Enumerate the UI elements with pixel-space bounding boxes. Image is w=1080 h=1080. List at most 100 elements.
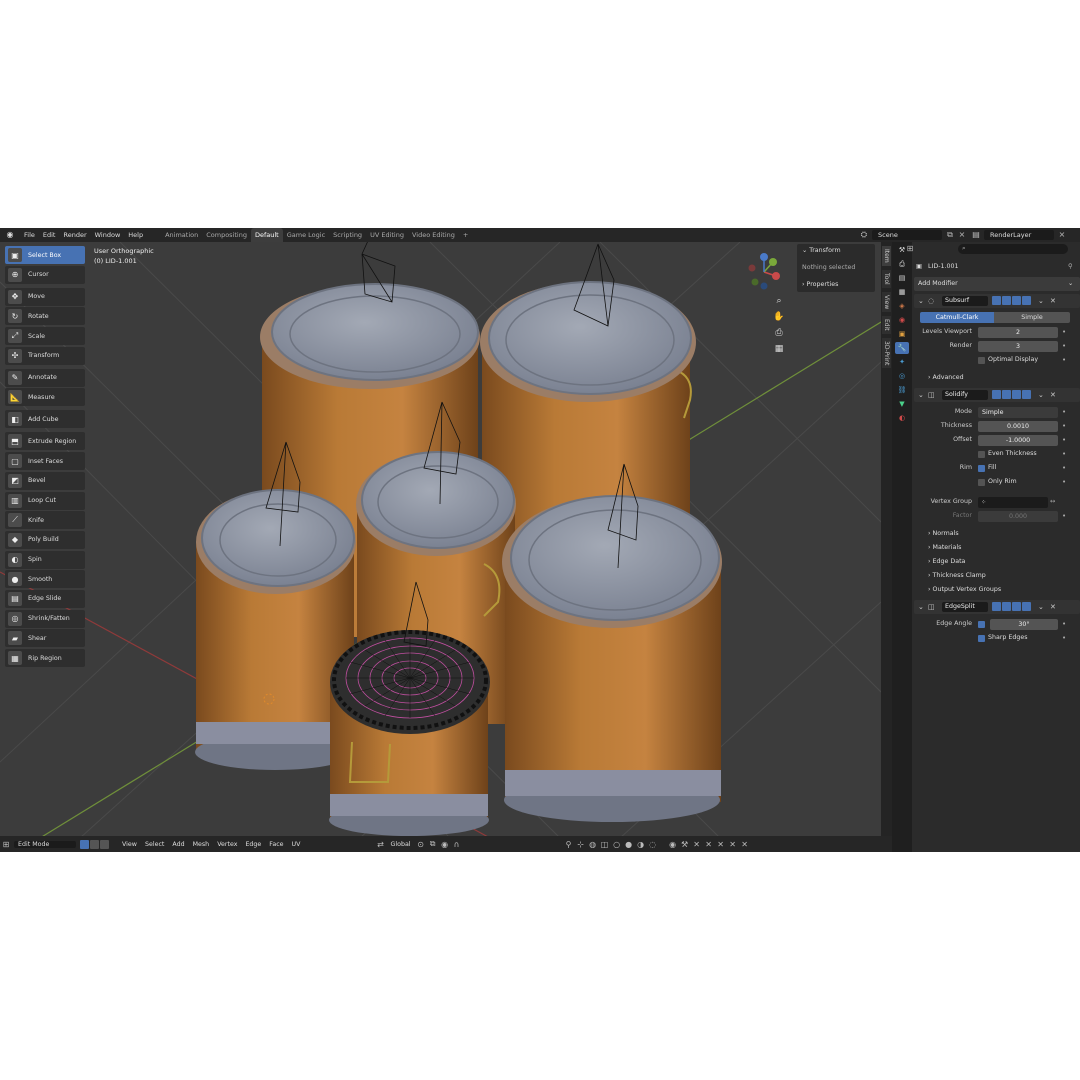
reveal-icon[interactable]: ✕ xyxy=(715,840,727,849)
edge-select-button[interactable] xyxy=(90,839,99,849)
tool-poly-build[interactable]: ◆ Poly Build xyxy=(5,530,85,549)
menu-view[interactable]: View xyxy=(118,841,141,848)
modifier-menu-icon[interactable]: ⌄ xyxy=(1038,388,1044,402)
tool-add-cube[interactable]: ◧ Add Cube xyxy=(5,410,85,429)
render-layer-selector[interactable]: RenderLayer xyxy=(984,230,1054,240)
keyframe-dot-icon[interactable]: • xyxy=(1062,509,1066,523)
tool-spin[interactable]: ◐ Spin xyxy=(5,550,85,569)
hide-unselected-icon[interactable]: ✕ xyxy=(703,840,715,849)
menu-file[interactable]: File xyxy=(20,228,39,242)
editmode-toggle[interactable] xyxy=(1002,602,1011,611)
scene-render[interactable] xyxy=(0,242,881,838)
scene-new-icon[interactable]: ⧉ xyxy=(944,230,956,240)
cage-toggle[interactable] xyxy=(992,390,1001,399)
cage-toggle[interactable] xyxy=(992,296,1001,305)
mark-sharp-icon[interactable]: ✕ xyxy=(739,840,751,849)
falloff-icon[interactable]: ∩ xyxy=(451,840,463,849)
pivot-icon[interactable]: ⊙ xyxy=(415,840,427,849)
tab-scripting[interactable]: Scripting xyxy=(329,228,366,242)
menu-edit[interactable]: Edit xyxy=(39,228,60,242)
tab-game-logic[interactable]: Game Logic xyxy=(283,228,329,242)
hide-icon[interactable]: ✕ xyxy=(691,840,703,849)
menu-edge[interactable]: Edge xyxy=(241,841,265,848)
keyframe-dot-icon[interactable]: • xyxy=(1062,339,1066,353)
viewport-toggle[interactable] xyxy=(1012,602,1021,611)
solid-shading-icon[interactable]: ● xyxy=(623,840,635,849)
tool-extrude-region[interactable]: ⬒ Extrude Region xyxy=(5,432,85,451)
visibility-eye-icon[interactable]: ◉ xyxy=(667,840,679,849)
mode-selector[interactable]: Edit Mode xyxy=(14,840,76,848)
add-workspace-button[interactable]: + xyxy=(459,228,472,242)
keyframe-dot-icon[interactable]: • xyxy=(1062,631,1066,645)
tab-animation[interactable]: Animation xyxy=(161,228,202,242)
collapse-icon[interactable]: ⌄ xyxy=(918,294,924,308)
tool-edge-slide[interactable]: ▤ Edge Slide xyxy=(5,589,85,608)
tool-loop-cut[interactable]: ▥ Loop Cut xyxy=(5,491,85,510)
even-thickness-checkbox[interactable] xyxy=(978,450,985,458)
tool-smooth[interactable]: ● Smooth xyxy=(5,570,85,589)
keyframe-dot-icon[interactable]: • xyxy=(1062,475,1066,489)
physics-props-icon[interactable]: ◎ xyxy=(895,370,909,382)
render-props-icon[interactable]: ⎙ xyxy=(895,258,909,270)
menu-render[interactable]: Render xyxy=(59,228,90,242)
subpanel-thickness-clamp[interactable]: › Thickness Clamp xyxy=(914,569,1080,583)
modifier-props-icon[interactable]: 🔧 xyxy=(895,342,909,354)
keyframe-dot-icon[interactable]: • xyxy=(1062,461,1066,475)
overlay-toggle-icon[interactable]: ◍ xyxy=(587,840,599,849)
menu-uv[interactable]: UV xyxy=(288,841,305,848)
sharp-edges-checkbox[interactable] xyxy=(978,634,985,642)
tool-cursor[interactable]: ⊕ Cursor xyxy=(5,265,85,284)
tool-select-box[interactable]: ▣ Select Box xyxy=(5,246,85,264)
tab-compositing[interactable]: Compositing xyxy=(202,228,251,242)
restrict-select-icon[interactable]: ⚒ xyxy=(679,840,691,849)
tab-view[interactable]: View xyxy=(882,292,891,313)
edge-angle-checkbox[interactable] xyxy=(978,620,985,628)
output-props-icon[interactable]: ▤ xyxy=(895,272,909,284)
particle-props-icon[interactable]: ✦ xyxy=(895,356,909,368)
snap-icon[interactable]: ⧉ xyxy=(427,839,439,849)
add-modifier-dropdown[interactable]: Add Modifier ⌄ xyxy=(914,277,1080,291)
tool-shrink-fatten[interactable]: ◎ Shrink/Fatten xyxy=(5,609,85,628)
tool-scale[interactable]: ⤢ Scale xyxy=(5,327,85,346)
offset-field[interactable]: -1.0000 xyxy=(978,434,1058,446)
subpanel-normals[interactable]: › Normals xyxy=(914,527,1080,541)
camera-icon[interactable]: ⎙ xyxy=(772,326,786,340)
editor-type-icon[interactable]: ⊞ xyxy=(0,840,12,849)
collapse-icon[interactable]: ⌄ xyxy=(918,600,924,614)
proportional-edit-icon[interactable]: ◉ xyxy=(439,840,451,849)
editmode-toggle[interactable] xyxy=(1002,296,1011,305)
transform-section[interactable]: ⌄ Transform xyxy=(797,244,875,258)
3d-viewport[interactable]: User Orthographic (0) LID-1.001 ▣ Select … xyxy=(0,242,881,838)
levels-viewport-field[interactable]: 2 xyxy=(978,326,1058,338)
view-object-types-icon[interactable]: ⚲ xyxy=(563,840,575,849)
tool-measure[interactable]: 📐 Measure xyxy=(5,388,85,407)
tab-uv-editing[interactable]: UV Editing xyxy=(366,228,408,242)
gizmo-toggle-icon[interactable]: ⊹ xyxy=(575,840,587,849)
world-props-icon[interactable]: ◉ xyxy=(895,314,909,326)
tool-transform[interactable]: ✣ Transform xyxy=(5,346,85,365)
pin-icon[interactable]: ⚲ xyxy=(1068,260,1073,274)
navigation-gizmo[interactable] xyxy=(744,252,784,292)
menu-mesh[interactable]: Mesh xyxy=(189,841,214,848)
grid-view-icon[interactable]: ▦ xyxy=(772,342,786,356)
modifier-menu-icon[interactable]: ⌄ xyxy=(1038,294,1044,308)
subsurf-modifier-header[interactable]: ⌄ ◌ Subsurf ⌄ ✕ xyxy=(914,294,1080,308)
zoom-icon[interactable]: ⌕ xyxy=(772,294,786,308)
solidify-modifier-header[interactable]: ⌄ ◫ Solidify ⌄ ✕ xyxy=(914,388,1080,402)
edgesplit-modifier-header[interactable]: ⌄ ◫ EdgeSplit ⌄ ✕ xyxy=(914,600,1080,614)
only-rim-checkbox[interactable] xyxy=(978,478,985,486)
subpanel-edge-data[interactable]: › Edge Data xyxy=(914,555,1080,569)
render-toggle[interactable] xyxy=(1022,296,1031,305)
tab-default[interactable]: Default xyxy=(250,228,283,242)
mark-seam-icon[interactable]: ✕ xyxy=(727,840,739,849)
menu-vertex[interactable]: Vertex xyxy=(213,841,241,848)
simple-button[interactable]: Simple xyxy=(994,312,1070,323)
tab-video-editing[interactable]: Video Editing xyxy=(408,228,459,242)
menu-add[interactable]: Add xyxy=(168,841,188,848)
render-toggle[interactable] xyxy=(1022,390,1031,399)
remove-modifier-icon[interactable]: ✕ xyxy=(1050,600,1056,614)
menu-face[interactable]: Face xyxy=(265,841,287,848)
render-levels-field[interactable]: 3 xyxy=(978,340,1058,352)
tool-rotate[interactable]: ↻ Rotate xyxy=(5,307,85,326)
edge-angle-field[interactable]: 30° xyxy=(990,618,1058,630)
